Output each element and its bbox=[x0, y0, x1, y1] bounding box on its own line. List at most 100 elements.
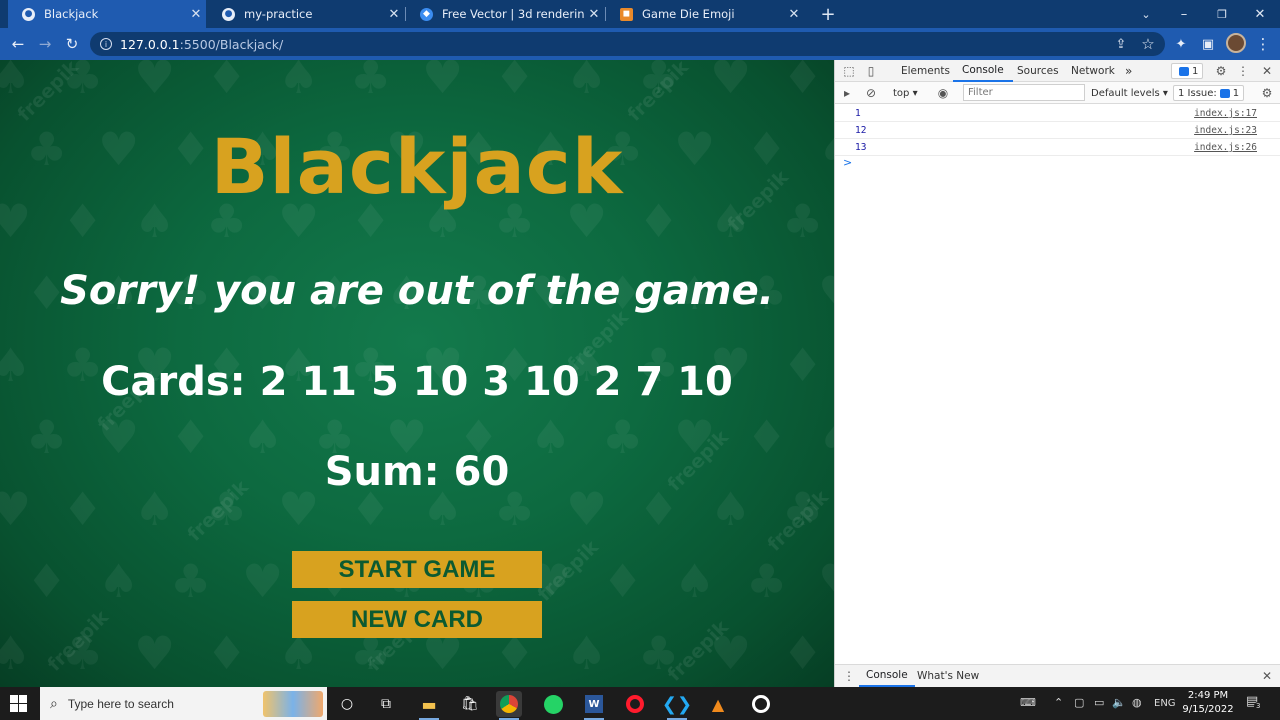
reload-icon[interactable]: ↻ bbox=[61, 34, 83, 54]
notification-count: 3 bbox=[1254, 702, 1263, 710]
avatar[interactable] bbox=[1226, 33, 1246, 53]
inspect-element-icon[interactable]: ⬚ bbox=[841, 63, 857, 79]
back-arrow-icon[interactable]: ← bbox=[7, 34, 29, 54]
tab-sources[interactable]: Sources bbox=[1017, 60, 1059, 82]
share-icon[interactable]: ⇪ bbox=[1110, 34, 1132, 54]
suit-pattern-icon: ♠ bbox=[566, 60, 608, 104]
volume-icon[interactable]: 🔈 bbox=[1112, 696, 1126, 709]
tab-label: Blackjack bbox=[44, 7, 99, 21]
tray-chevron-up-icon[interactable]: ⌃ bbox=[1054, 696, 1063, 709]
tab-blackjack[interactable]: ● Blackjack ✕ bbox=[8, 0, 206, 28]
clear-console-icon[interactable]: ⊘ bbox=[863, 85, 879, 101]
console-log-row: 1 index.js:17 bbox=[835, 105, 1280, 122]
page-title: Blackjack bbox=[210, 122, 624, 211]
file-explorer-icon[interactable]: ▬ bbox=[416, 691, 442, 720]
obs-record-icon[interactable] bbox=[748, 691, 774, 717]
tab-game-die-emoji[interactable]: ◼ Game Die Emoji ✕ bbox=[606, 0, 804, 28]
more-tabs-chevron-icon[interactable]: » bbox=[1125, 60, 1132, 82]
messages-badge[interactable]: 1 bbox=[1171, 63, 1204, 79]
minimize-icon[interactable]: – bbox=[1164, 0, 1204, 28]
tab-search-chevron-icon[interactable]: ⌄ bbox=[1126, 0, 1166, 28]
device-toolbar-icon[interactable]: ▯ bbox=[863, 63, 879, 79]
filter-input[interactable]: Filter bbox=[963, 84, 1085, 101]
maximize-icon[interactable]: ❐ bbox=[1202, 0, 1242, 28]
windows-start-icon[interactable] bbox=[10, 695, 28, 713]
tab-console[interactable]: Console bbox=[953, 60, 1013, 82]
console-prompt[interactable]: > bbox=[843, 156, 852, 169]
log-source-link[interactable]: index.js:26 bbox=[1194, 142, 1257, 153]
task-view-icon[interactable]: ⧉ bbox=[373, 691, 399, 717]
drawer-tab-console[interactable]: Console bbox=[859, 665, 915, 687]
tab-network[interactable]: Network bbox=[1071, 60, 1115, 82]
suit-pattern-icon: ♥ bbox=[818, 558, 834, 604]
taskbar-keyboard-icon[interactable]: ⌨ bbox=[1020, 696, 1036, 709]
log-value: 12 bbox=[855, 125, 867, 136]
microsoft-store-icon[interactable]: 🛍 bbox=[457, 691, 483, 717]
menu-kebab-icon[interactable]: ⋮ bbox=[1252, 34, 1274, 54]
log-source-link[interactable]: index.js:23 bbox=[1194, 125, 1257, 136]
battery-icon[interactable]: ▭ bbox=[1094, 696, 1104, 709]
suit-pattern-icon: ♠ bbox=[0, 626, 32, 680]
close-icon[interactable]: ✕ bbox=[584, 7, 604, 22]
context-select[interactable]: top ▾ bbox=[893, 82, 918, 104]
browser-toolbar: ← → ↻ i 127.0.0.1:5500/Blackjack/ ⇪ ☆ ✦ … bbox=[0, 28, 1280, 60]
search-icon: ⌕ bbox=[50, 695, 58, 712]
system-clock[interactable]: 2:49 PM 9/15/2022 bbox=[1176, 689, 1240, 717]
close-icon[interactable]: ✕ bbox=[186, 7, 206, 22]
suit-pattern-icon: ♦ bbox=[206, 60, 248, 104]
extensions-puzzle-icon[interactable]: ✦ bbox=[1170, 34, 1192, 54]
suit-pattern-icon: ♦ bbox=[206, 626, 248, 680]
taskbar-search-input[interactable]: ⌕ Type here to search bbox=[40, 687, 327, 720]
close-icon[interactable]: ✕ bbox=[384, 7, 404, 22]
meet-now-icon[interactable]: ▢ bbox=[1074, 696, 1084, 709]
language-indicator[interactable]: ENG bbox=[1154, 698, 1176, 709]
whatsapp-icon[interactable] bbox=[540, 691, 566, 717]
opera-icon[interactable] bbox=[622, 691, 648, 717]
new-card-button[interactable]: NEW CARD bbox=[292, 601, 542, 638]
forward-arrow-icon[interactable]: → bbox=[34, 34, 56, 54]
drawer-menu-kebab-icon[interactable]: ⋮ bbox=[841, 668, 857, 684]
side-panel-icon[interactable]: ▣ bbox=[1197, 34, 1219, 54]
new-tab-button[interactable]: + bbox=[808, 0, 848, 28]
close-devtools-icon[interactable]: ✕ bbox=[1259, 63, 1275, 79]
suit-pattern-icon: ♣ bbox=[746, 554, 788, 608]
notification-center-icon[interactable]: ▤ 3 bbox=[1246, 694, 1263, 710]
bookmark-star-icon[interactable]: ☆ bbox=[1137, 34, 1159, 54]
console-log-row: 12 index.js:23 bbox=[835, 122, 1280, 139]
log-levels-select[interactable]: Default levels ▾ bbox=[1091, 82, 1168, 104]
devtools-menu-kebab-icon[interactable]: ⋮ bbox=[1235, 63, 1251, 79]
vscode-icon[interactable]: ❮❯ bbox=[662, 691, 692, 720]
close-icon[interactable]: ✕ bbox=[784, 7, 804, 22]
suit-pattern-icon: ♠ bbox=[674, 554, 716, 608]
tab-elements[interactable]: Elements bbox=[901, 60, 950, 82]
suit-pattern-icon: ♦ bbox=[782, 60, 824, 104]
gear-icon[interactable]: ⚙ bbox=[1213, 63, 1229, 79]
tab-label: Free Vector | 3d rendering of dice bbox=[442, 7, 584, 21]
word-icon[interactable]: W bbox=[581, 691, 607, 720]
network-globe-icon[interactable]: ◍ bbox=[1132, 696, 1142, 709]
info-icon[interactable]: i bbox=[100, 38, 112, 50]
search-placeholder: Type here to search bbox=[67, 696, 174, 711]
close-drawer-icon[interactable]: ✕ bbox=[1259, 668, 1275, 684]
suit-pattern-icon: ♦ bbox=[26, 554, 68, 608]
suit-pattern-icon: ♥ bbox=[710, 60, 752, 104]
console-toolbar: ▸ ⊘ top ▾ ◉ Filter Default levels ▾ 1 Is… bbox=[835, 82, 1280, 104]
chrome-icon[interactable] bbox=[496, 691, 522, 720]
cortana-circle-icon[interactable]: ○ bbox=[334, 691, 360, 717]
address-bar[interactable]: i 127.0.0.1:5500/Blackjack/ bbox=[90, 32, 1165, 56]
start-game-button[interactable]: START GAME bbox=[292, 551, 542, 588]
console-settings-gear-icon[interactable]: ⚙ bbox=[1259, 85, 1275, 101]
issues-count: 1 bbox=[1232, 87, 1240, 99]
vlc-icon[interactable]: ▲ bbox=[705, 691, 731, 717]
window-close-icon[interactable]: ✕ bbox=[1240, 0, 1280, 28]
devtools-tabbar: ⬚ ▯ Elements Console Sources Network » 1… bbox=[835, 60, 1280, 82]
drawer-tab-whats-new[interactable]: What's New bbox=[917, 665, 979, 687]
log-source-link[interactable]: index.js:17 bbox=[1194, 108, 1257, 119]
tab-my-practice[interactable]: ● my-practice ✕ bbox=[208, 0, 404, 28]
eye-icon[interactable]: ◉ bbox=[935, 85, 951, 101]
tab-free-vector[interactable]: ◆ Free Vector | 3d rendering of dice ✕ bbox=[406, 0, 604, 28]
devtools-drawer: ⋮ Console What's New ✕ bbox=[835, 664, 1280, 687]
sidebar-toggle-icon[interactable]: ▸ bbox=[839, 85, 855, 101]
log-value: 1 bbox=[855, 108, 861, 119]
issues-button[interactable]: 1 Issue: 1 bbox=[1173, 85, 1245, 101]
